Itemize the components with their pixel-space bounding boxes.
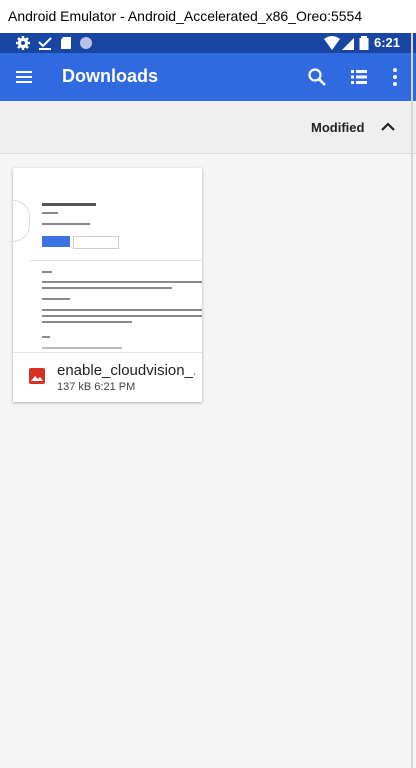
sort-label[interactable]: Modified <box>311 120 364 135</box>
status-bar: 6:21 <box>0 33 416 53</box>
window-title: Android Emulator - Android_Accelerated_x… <box>8 8 363 24</box>
sort-bar: Modified <box>0 101 416 154</box>
signal-icon <box>342 38 354 50</box>
battery-icon <box>359 36 369 50</box>
file-meta: 137 kB 6:21 PM <box>57 381 136 393</box>
more-vert-icon[interactable] <box>379 61 411 93</box>
file-thumbnail <box>13 168 202 353</box>
sd-card-icon <box>61 37 71 49</box>
wifi-icon <box>324 36 340 50</box>
gear-icon <box>16 36 30 50</box>
window-title-bar: Android Emulator - Android_Accelerated_x… <box>0 0 416 33</box>
list-view-icon[interactable] <box>343 61 375 93</box>
chevron-up-icon[interactable] <box>378 117 398 137</box>
page-title: Downloads <box>62 66 159 86</box>
app-bar: Downloads <box>0 53 416 101</box>
window-edge <box>411 33 413 768</box>
menu-icon[interactable] <box>8 61 40 93</box>
file-name: enable_cloudvision_... <box>57 362 195 379</box>
search-icon[interactable] <box>301 61 333 93</box>
file-card[interactable]: enable_cloudvision_... 137 kB 6:21 PM <box>13 168 202 402</box>
image-file-icon <box>29 368 45 384</box>
status-time: 6:21 <box>373 35 400 50</box>
circle-icon <box>80 37 92 49</box>
check-download-icon <box>38 37 52 50</box>
